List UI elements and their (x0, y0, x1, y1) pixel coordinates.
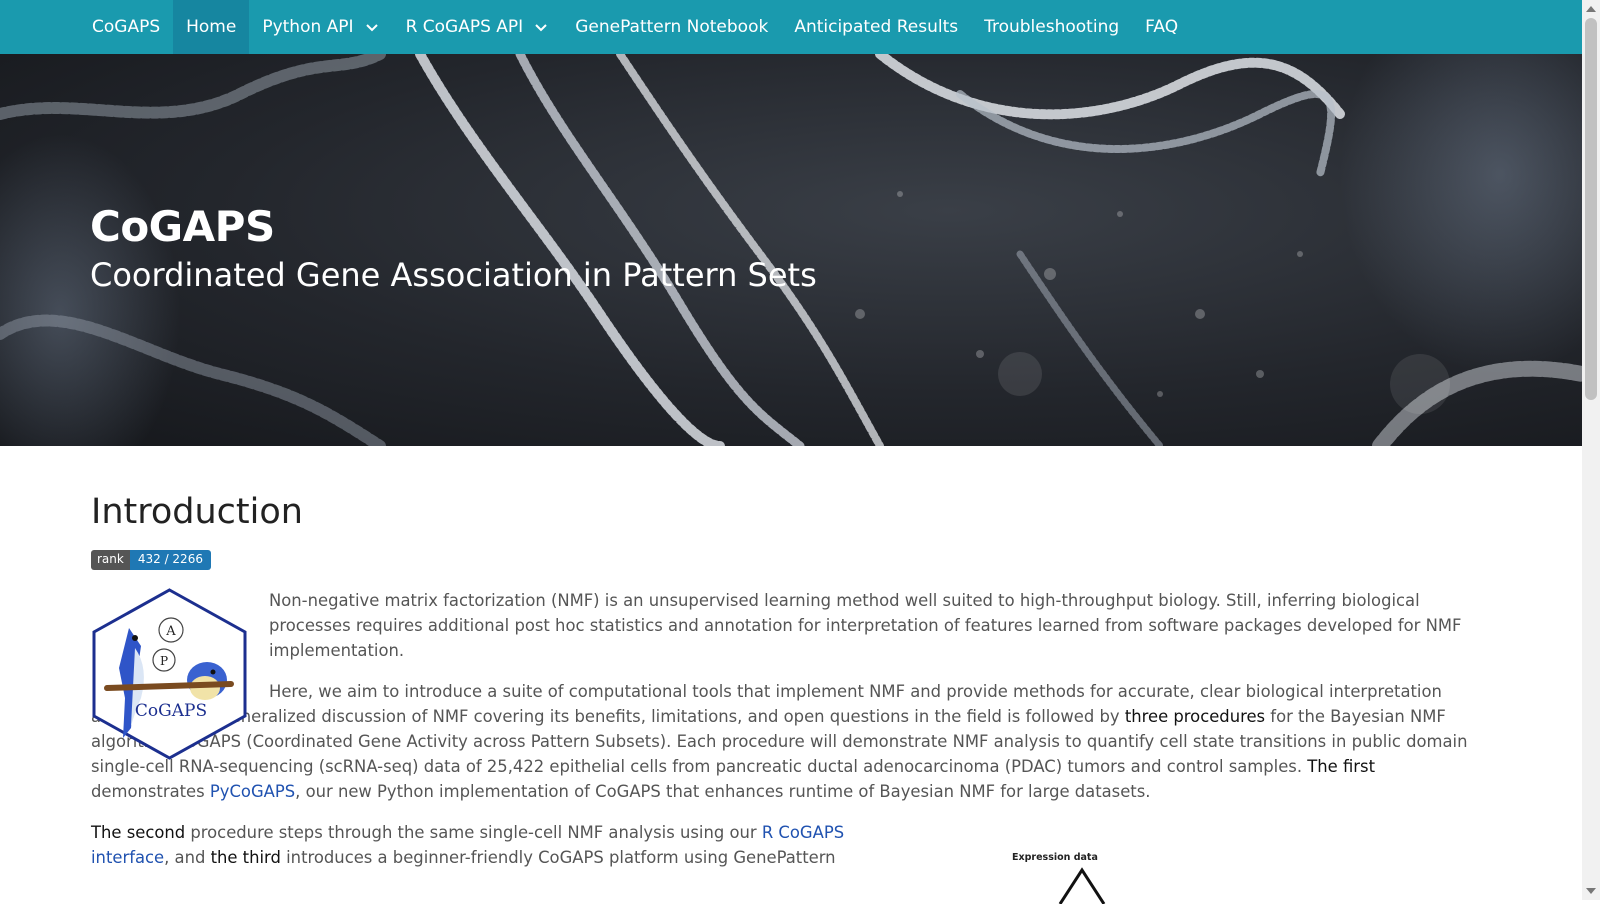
nav-item-label: R CoGAPS API (405, 17, 524, 37)
the-second-text: The second (91, 823, 186, 842)
cogaps-logo: A P CoGAPS (92, 588, 247, 760)
nav-item-label: FAQ (1145, 17, 1179, 37)
triangle-figure (1058, 867, 1106, 904)
nav-item-r-cogaps-api[interactable]: R CoGAPS API (393, 0, 563, 54)
top-navbar: CoGAPS Home Python API R CoGAPS API Gene… (0, 0, 1582, 54)
nav-item-label: Troubleshooting (984, 17, 1120, 37)
introduction-heading: Introduction (91, 492, 303, 532)
three-procedures-text: three procedures (1124, 707, 1266, 726)
the-third-text: the third (210, 848, 281, 867)
svg-text:P: P (160, 654, 168, 668)
page-scrollbar[interactable] (1582, 0, 1600, 900)
nav-item-anticipated-results[interactable]: Anticipated Results (781, 0, 971, 54)
nav-item-home[interactable]: Home (173, 0, 250, 54)
scroll-up-icon[interactable] (1586, 6, 1596, 12)
nav-item-genepattern-notebook[interactable]: GenePattern Notebook (562, 0, 781, 54)
scrollbar-thumb[interactable] (1585, 18, 1597, 400)
intro-text-block: A P CoGAPS Non-negative matrix factoriza… (91, 588, 1476, 804)
chevron-down-icon (535, 24, 547, 32)
the-first-text: The first (1307, 757, 1376, 776)
scroll-down-icon[interactable] (1586, 888, 1596, 894)
nav-item-troubleshooting[interactable]: Troubleshooting (971, 0, 1132, 54)
pycogaps-link[interactable]: PyCoGAPS (210, 782, 295, 801)
intro-paragraph-2: Here, we aim to introduce a suite of com… (91, 682, 1468, 801)
rank-badge-value: 432 / 2266 (129, 550, 211, 570)
hero-title: CoGAPS (90, 202, 275, 251)
intro-paragraph-3: The second procedure steps through the s… (91, 823, 845, 867)
nav-items: CoGAPS Home Python API R CoGAPS API Gene… (79, 0, 1191, 54)
diagram-label: Expression data (1012, 852, 1098, 863)
nav-item-label: Anticipated Results (794, 17, 959, 37)
rank-badge-label: rank (91, 550, 130, 570)
nav-item-python-api[interactable]: Python API (249, 0, 392, 54)
hero-banner: CoGAPS Coordinated Gene Association in P… (0, 54, 1582, 446)
nav-brand[interactable]: CoGAPS (79, 0, 173, 54)
nav-item-label: Home (186, 17, 237, 37)
chevron-down-icon (365, 24, 378, 32)
svg-text:CoGAPS: CoGAPS (135, 701, 207, 721)
second-procedure-block: The second procedure steps through the s… (91, 820, 871, 870)
svg-text:A: A (165, 624, 176, 639)
rank-badge[interactable]: rank 432 / 2266 (91, 550, 211, 570)
hero-subtitle: Coordinated Gene Association in Pattern … (90, 256, 817, 294)
nav-item-label: Python API (262, 17, 354, 37)
main-content: Introduction rank 432 / 2266 A P CoGAPS … (91, 446, 1476, 886)
intro-paragraph-1: Non-negative matrix factorization (NMF) … (269, 591, 1462, 660)
nav-item-label: GenePattern Notebook (575, 17, 769, 37)
nav-item-faq[interactable]: FAQ (1132, 0, 1191, 54)
expression-data-figure: Expression data (1012, 852, 1152, 912)
